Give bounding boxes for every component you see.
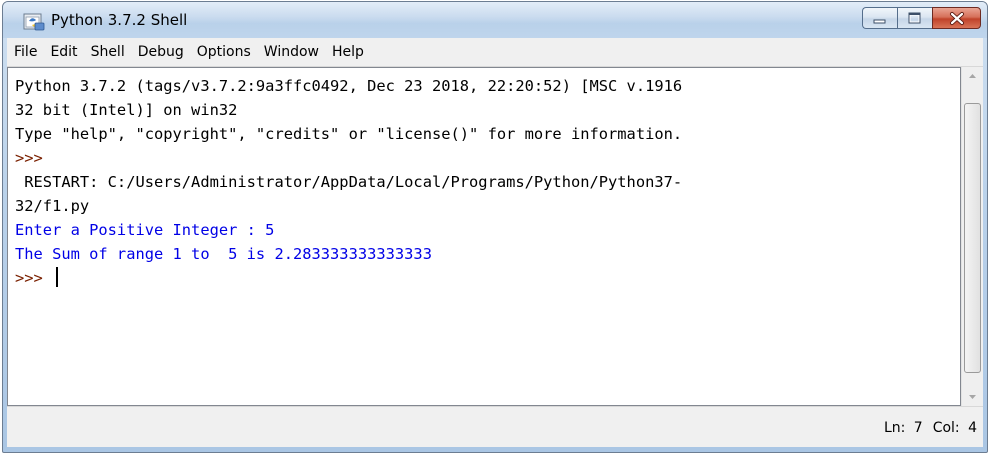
menu-debug[interactable]: Debug <box>131 38 190 66</box>
shell-active-prompt-text: >>> <box>15 269 53 287</box>
maximize-button[interactable] <box>897 7 932 29</box>
shell-line-restart-2: 32/f1.py <box>15 197 90 215</box>
shell-line-banner-2: 32 bit (Intel)] on win32 <box>15 101 238 119</box>
minimize-button[interactable] <box>862 7 897 29</box>
caption-buttons <box>862 7 981 29</box>
shell-line-help-hint: Type "help", "copyright", "credits" or "… <box>15 125 683 143</box>
shell-line-banner-1: Python 3.7.2 (tags/v3.7.2:9a3ffc0492, De… <box>15 77 683 95</box>
shell-prompt: >>> <box>15 149 43 167</box>
status-column-number: Col: 4 <box>932 420 977 436</box>
menu-edit[interactable]: Edit <box>43 38 83 66</box>
title-bar[interactable]: Python 3.7.2 Shell <box>3 2 987 38</box>
menu-help[interactable]: Help <box>325 38 370 66</box>
close-icon <box>950 12 964 25</box>
cursor-position: Ln: 7 Col: 4 <box>874 420 977 436</box>
scrollbar-thumb[interactable] <box>964 103 981 373</box>
vertical-scrollbar[interactable] <box>961 67 983 406</box>
shell-line-input-prompt: Enter a Positive Integer : 5 <box>15 221 275 239</box>
shell-text-area[interactable]: Python 3.7.2 (tags/v3.7.2:9a3ffc0492, De… <box>7 67 961 406</box>
shell-line-restart-1: RESTART: C:/Users/Administrator/AppData/… <box>15 173 683 191</box>
text-cursor <box>56 267 59 287</box>
maximize-icon <box>908 12 921 24</box>
idle-shell-window: Python 3.7.2 Shell File Edit Shell Debug… <box>2 1 988 453</box>
close-button[interactable] <box>932 7 981 29</box>
status-bar: Ln: 7 Col: 4 <box>7 406 983 447</box>
scroll-up-arrow-icon[interactable] <box>962 67 983 85</box>
menu-bar: File Edit Shell Debug Options Window Hel… <box>7 38 983 67</box>
python-idle-icon <box>23 13 45 31</box>
shell-output: Python 3.7.2 (tags/v3.7.2:9a3ffc0492, De… <box>15 74 960 290</box>
menu-file[interactable]: File <box>7 38 43 66</box>
status-line-number: Ln: 7 <box>883 420 923 436</box>
menu-options[interactable]: Options <box>190 38 257 66</box>
menu-window[interactable]: Window <box>257 38 325 66</box>
window-title: Python 3.7.2 Shell <box>51 11 188 29</box>
minimize-icon <box>873 19 886 24</box>
menu-shell[interactable]: Shell <box>84 38 131 66</box>
scroll-down-arrow-icon[interactable] <box>962 388 983 406</box>
shell-active-prompt[interactable]: >>> <box>15 266 960 290</box>
shell-line-result: The Sum of range 1 to 5 is 2.28333333333… <box>15 245 432 263</box>
